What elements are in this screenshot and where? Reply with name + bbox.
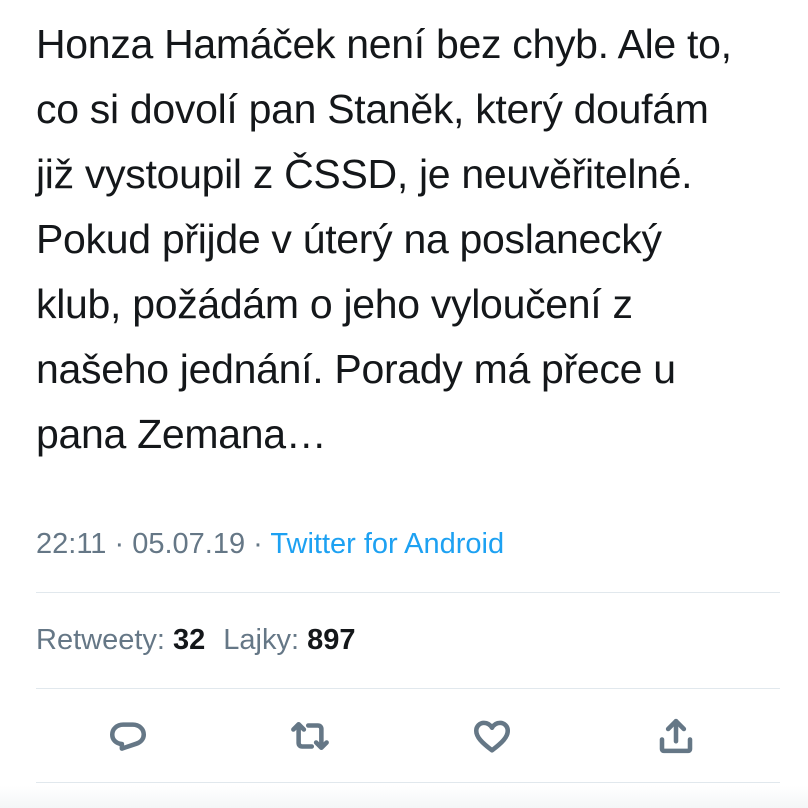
tweet-meta: 22:11 · 05.07.19 · Twitter for Android [36,524,504,564]
tweet-text-line: Honza Hamáček není bez chyb. Ale to, [36,21,732,67]
tweet-text-line: co si dovolí pan Staněk, který doufám [36,86,709,132]
retweet-button[interactable] [286,712,334,760]
tweet-text-line: klub, požádám o jeho vyloučení z [36,281,633,327]
meta-separator: · [253,528,263,560]
tweet-text-line: již vystoupil z ČSSD, je neuvěřitelné. [36,151,693,197]
tweet-text-line: našeho jednání. Porady má přece u [36,346,676,392]
meta-separator: · [114,528,125,560]
tweet-text-line: pana Zemana… [36,411,327,457]
divider [36,688,780,689]
reply-button[interactable] [104,712,152,760]
heart-icon [473,720,511,753]
likes-count: 897 [307,624,356,656]
retweets-stat[interactable]: Retweety: 32 [36,624,205,656]
divider [36,782,780,783]
next-item-edge [0,786,808,808]
tweet-stats: Retweety: 32 Lajky: 897 [36,620,356,660]
divider [36,592,780,593]
tweet-actions-bar [0,712,808,762]
tweet-text: Honza Hamáček není bez chyb. Ale to, co … [36,12,776,467]
tweet-text-line: Pokud přijde v úterý na poslanecký [36,216,662,262]
tweet-date[interactable]: 05.07.19 [132,528,245,560]
share-button[interactable] [652,712,700,760]
likes-label: Lajky: [223,624,300,656]
likes-stat[interactable]: Lajky: 897 [223,624,355,656]
share-icon [659,718,693,754]
retweet-icon [291,722,329,750]
retweets-count: 32 [173,624,206,656]
tweet-time[interactable]: 22:11 [36,528,106,560]
tweet-detail: Honza Hamáček není bez chyb. Ale to, co … [0,0,808,808]
reply-icon [109,722,147,751]
tweet-source-link[interactable]: Twitter for Android [270,528,504,560]
retweets-label: Retweety: [36,624,165,656]
like-button[interactable] [468,712,516,760]
